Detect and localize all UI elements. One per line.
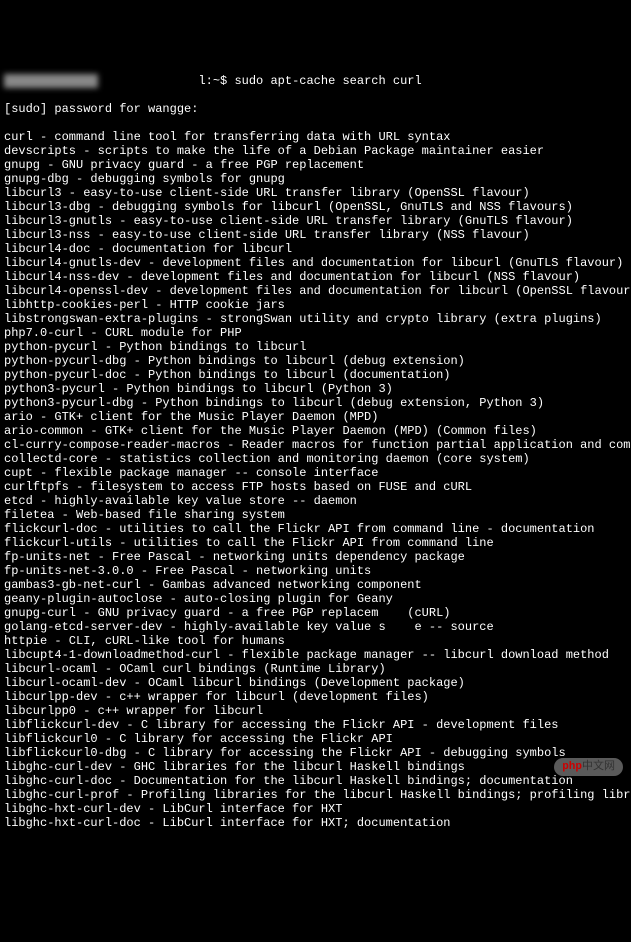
output-line: libghc-curl-dev - GHC libraries for the … bbox=[4, 760, 627, 774]
output-line: libghc-hxt-curl-doc - LibCurl interface … bbox=[4, 816, 627, 830]
output-line: cupt - flexible package manager -- conso… bbox=[4, 466, 627, 480]
watermark-badge: php中文网 bbox=[554, 758, 623, 776]
output-line: curl - command line tool for transferrin… bbox=[4, 130, 627, 144]
sudo-prompt: [sudo] password for wangge: bbox=[4, 102, 627, 116]
output-line: libflickcurl0-dbg - C library for access… bbox=[4, 746, 627, 760]
output-line: php7.0-curl - CURL module for PHP bbox=[4, 326, 627, 340]
output-line: cl-curry-compose-reader-macros - Reader … bbox=[4, 438, 627, 452]
command-text: sudo apt-cache search curl bbox=[234, 74, 421, 88]
output-line: geany-plugin-autoclose - auto-closing pl… bbox=[4, 592, 627, 606]
output-line: gnupg - GNU privacy guard - a free PGP r… bbox=[4, 158, 627, 172]
output-line: gnupg-dbg - debugging symbols for gnupg bbox=[4, 172, 627, 186]
output-line: curlftpfs - filesystem to access FTP hos… bbox=[4, 480, 627, 494]
output-line: python-pycurl-doc - Python bindings to l… bbox=[4, 368, 627, 382]
output-line: etcd - highly-available key value store … bbox=[4, 494, 627, 508]
output-line: collectd-core - statistics collection an… bbox=[4, 452, 627, 466]
output-line: libcurl3-nss - easy-to-use client-side U… bbox=[4, 228, 627, 242]
terminal-output[interactable]: xxxxxxxx xxxx l:~$ sudo apt-cache search… bbox=[4, 60, 627, 844]
output-line: httpie - CLI, cURL-like tool for humans bbox=[4, 634, 627, 648]
output-line: python-pycurl-dbg - Python bindings to l… bbox=[4, 354, 627, 368]
output-line: libcurl-ocaml - OCaml curl bindings (Run… bbox=[4, 662, 627, 676]
output-line: gnupg-curl - GNU privacy guard - a free … bbox=[4, 606, 627, 620]
output-line: libghc-hxt-curl-dev - LibCurl interface … bbox=[4, 802, 627, 816]
output-line: flickcurl-utils - utilities to call the … bbox=[4, 536, 627, 550]
output-line: libcurl4-gnutls-dev - development files … bbox=[4, 256, 627, 270]
output-line: libhttp-cookies-perl - HTTP cookie jars bbox=[4, 298, 627, 312]
output-line: python-pycurl - Python bindings to libcu… bbox=[4, 340, 627, 354]
output-line: golang-etcd-server-dev - highly-availabl… bbox=[4, 620, 627, 634]
prompt-path: l:~$ bbox=[98, 74, 235, 88]
output-line: libcurl3-dbg - debugging symbols for lib… bbox=[4, 200, 627, 214]
hostname-blurred: xxxxxxxx xxxx bbox=[4, 74, 98, 88]
output-line: python3-pycurl - Python bindings to libc… bbox=[4, 382, 627, 396]
output-line: gambas3-gb-net-curl - Gambas advanced ne… bbox=[4, 578, 627, 592]
prompt-line: xxxxxxxx xxxx l:~$ sudo apt-cache search… bbox=[4, 74, 627, 88]
output-lines: curl - command line tool for transferrin… bbox=[4, 130, 627, 830]
output-line: libcurlpp0 - c++ wrapper for libcurl bbox=[4, 704, 627, 718]
output-line: flickcurl-doc - utilities to call the Fl… bbox=[4, 522, 627, 536]
watermark-text: 中文网 bbox=[582, 761, 615, 773]
output-line: libcurl4-doc - documentation for libcurl bbox=[4, 242, 627, 256]
output-line: libghc-curl-doc - Documentation for the … bbox=[4, 774, 627, 788]
output-line: libcupt4-1-downloadmethod-curl - flexibl… bbox=[4, 648, 627, 662]
watermark-brand: php bbox=[562, 761, 582, 773]
output-line: ario - GTK+ client for the Music Player … bbox=[4, 410, 627, 424]
output-line: python3-pycurl-dbg - Python bindings to … bbox=[4, 396, 627, 410]
output-line: libghc-curl-prof - Profiling libraries f… bbox=[4, 788, 627, 802]
output-line: ario-common - GTK+ client for the Music … bbox=[4, 424, 627, 438]
output-line: libcurl3 - easy-to-use client-side URL t… bbox=[4, 186, 627, 200]
output-line: libcurl4-nss-dev - development files and… bbox=[4, 270, 627, 284]
output-line: libcurl3-gnutls - easy-to-use client-sid… bbox=[4, 214, 627, 228]
output-line: libcurl-ocaml-dev - OCaml libcurl bindin… bbox=[4, 676, 627, 690]
output-line: filetea - Web-based file sharing system bbox=[4, 508, 627, 522]
output-line: fp-units-net-3.0.0 - Free Pascal - netwo… bbox=[4, 564, 627, 578]
output-line: libflickcurl-dev - C library for accessi… bbox=[4, 718, 627, 732]
output-line: libcurlpp-dev - c++ wrapper for libcurl … bbox=[4, 690, 627, 704]
output-line: devscripts - scripts to make the life of… bbox=[4, 144, 627, 158]
output-line: fp-units-net - Free Pascal - networking … bbox=[4, 550, 627, 564]
output-line: libflickcurl0 - C library for accessing … bbox=[4, 732, 627, 746]
output-line: libstrongswan-extra-plugins - strongSwan… bbox=[4, 312, 627, 326]
output-line: libcurl4-openssl-dev - development files… bbox=[4, 284, 627, 298]
